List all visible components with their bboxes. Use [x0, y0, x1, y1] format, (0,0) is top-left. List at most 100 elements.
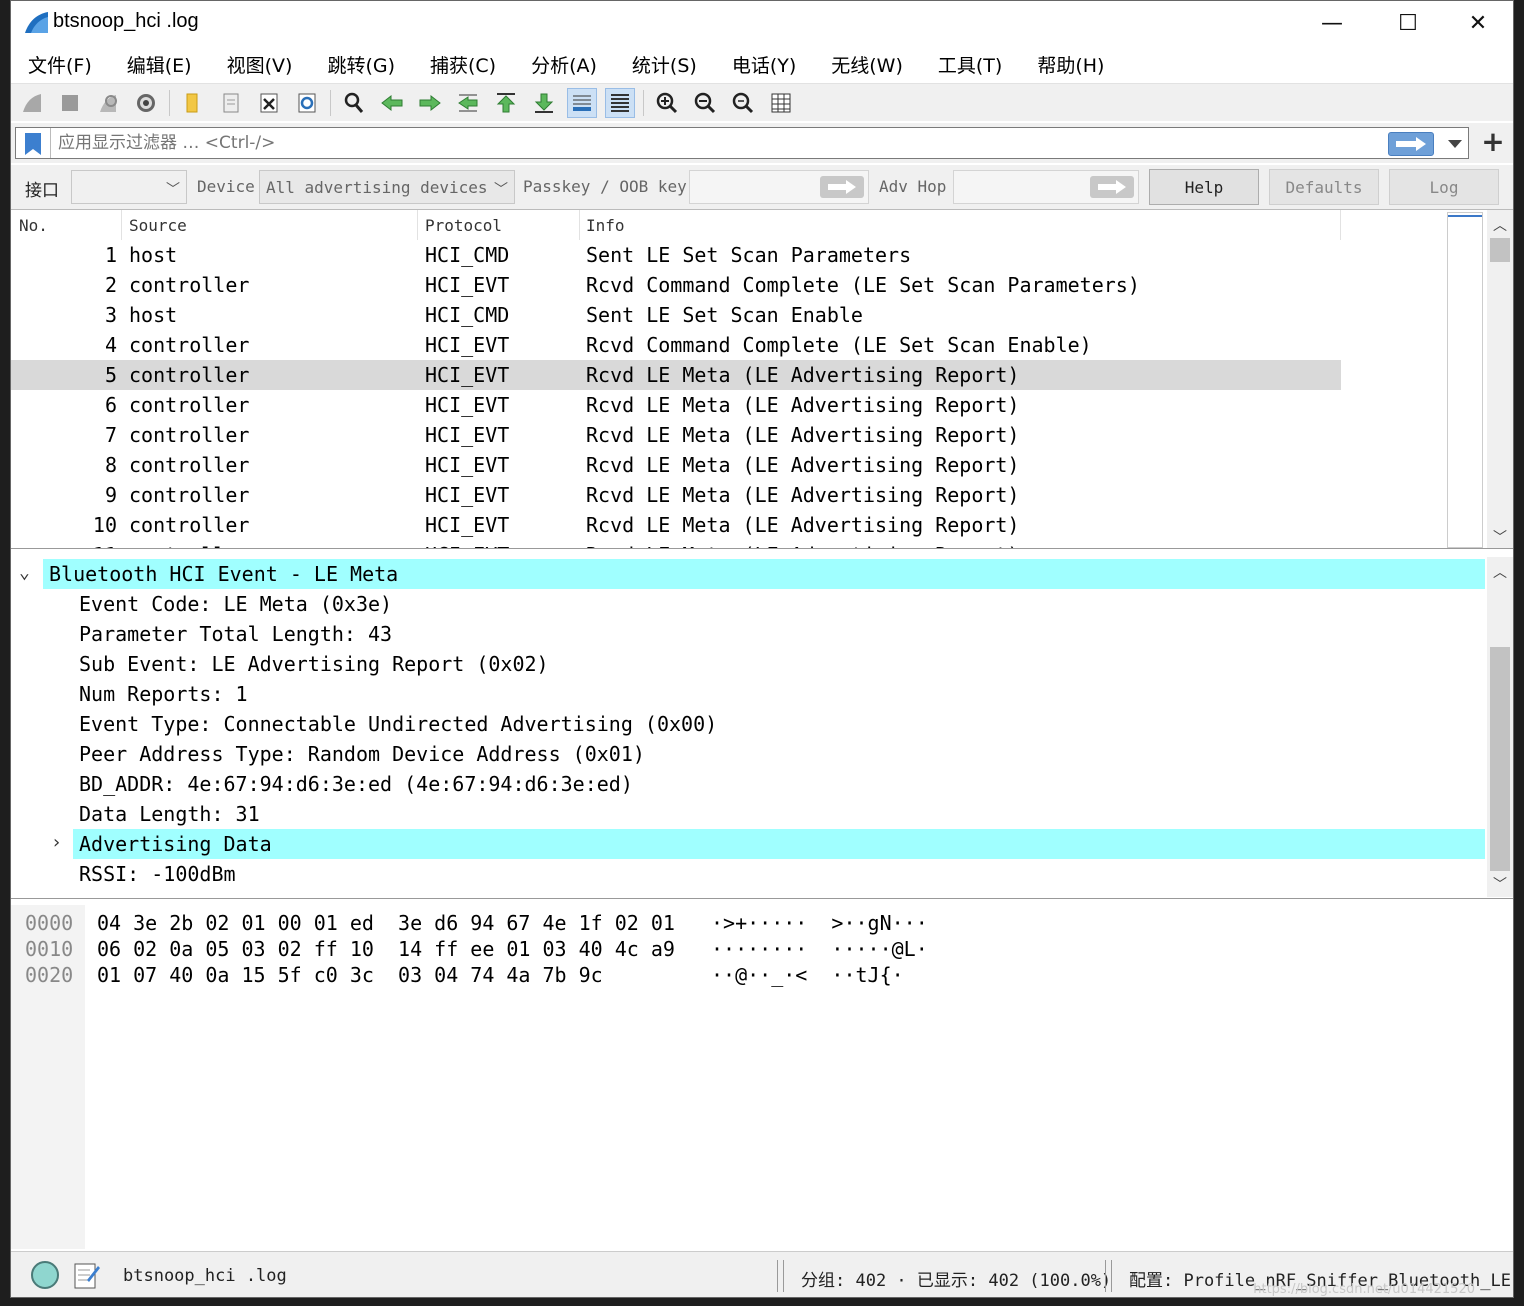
tree-leaf[interactable]: Data Length: 31 [11, 799, 1487, 829]
packet-row[interactable]: 11 controller HCI_EVT Rcvd LE Meta (LE Adve… [11, 540, 1341, 548]
packet-list-scrollbar[interactable]: ︿ ﹀ [1487, 210, 1513, 548]
resize-columns-button[interactable] [766, 88, 796, 118]
packet-row[interactable]: 7 controller HCI_EVT Rcvd LE Meta (LE Adver… [11, 420, 1341, 450]
go-to-packet-button[interactable] [453, 88, 483, 118]
packet-row[interactable]: 10 controller HCI_EVT Rcvd LE Meta (LE Adve… [11, 510, 1341, 540]
packet-row[interactable]: 3 host HCI_CMD Sent LE Set Scan Enable [11, 300, 1341, 330]
adv-hop-send-button[interactable] [1090, 176, 1134, 198]
packet-row[interactable]: 2 controller HCI_EVT Rcvd Command Complete … [11, 270, 1341, 300]
menu-file[interactable]: 文件(F) [17, 47, 103, 82]
byte-row[interactable]: 0020 01 07 40 0a 15 5f c0 3c 03 04 74 4a … [11, 961, 1011, 987]
log-button[interactable]: Log [1389, 169, 1499, 205]
tree-leaf[interactable]: Sub Event: LE Advertising Report (0x02) [11, 649, 1487, 679]
scrollbar-thumb[interactable] [1490, 647, 1510, 871]
column-header-source[interactable]: Source [129, 216, 187, 235]
menu-wireless[interactable]: 无线(W) [820, 47, 914, 82]
status-divider [1105, 1260, 1106, 1292]
reload-file-button[interactable] [292, 88, 322, 118]
passkey-input[interactable] [689, 170, 869, 204]
filter-history-dropdown[interactable] [1444, 134, 1466, 154]
save-file-button[interactable] [216, 88, 246, 118]
chevron-up-icon[interactable]: ︿ [1487, 214, 1513, 236]
menu-go[interactable]: 跳转(G) [316, 47, 406, 82]
menu-statistics[interactable]: 统计(S) [621, 47, 708, 82]
zoom-reset-button[interactable] [728, 88, 758, 118]
packet-row[interactable]: 8 controller HCI_EVT Rcvd LE Meta (LE Adver… [11, 450, 1341, 480]
packet-source: host [129, 243, 178, 267]
packet-minimap[interactable] [1447, 212, 1483, 548]
display-filter-input[interactable] [58, 131, 1358, 155]
packet-number: 4 [104, 333, 117, 357]
apply-filter-button[interactable] [1388, 132, 1434, 156]
chevron-up-icon[interactable]: ︿ [1487, 561, 1513, 583]
packet-row[interactable]: 9 controller HCI_EVT Rcvd LE Meta (LE Adver… [11, 480, 1341, 510]
defaults-button[interactable]: Defaults [1269, 169, 1379, 205]
column-divider[interactable] [121, 210, 122, 240]
scrollbar-thumb[interactable] [1490, 238, 1510, 262]
status-divider [777, 1260, 778, 1292]
find-packet-button[interactable] [339, 88, 369, 118]
packet-row[interactable]: 4 controller HCI_EVT Rcvd Command Complete … [11, 330, 1341, 360]
packet-row[interactable]: 5 controller HCI_EVT Rcvd LE Meta (LE Adver… [11, 360, 1341, 390]
adv-hop-input[interactable] [953, 170, 1139, 204]
chevron-down-icon[interactable]: ﹀ [1487, 526, 1513, 548]
tree-node-hci-event[interactable]: ⌄ Bluetooth HCI Event - LE Meta [11, 559, 1487, 589]
restart-capture-button[interactable] [93, 88, 123, 118]
column-header-info[interactable]: Info [586, 216, 625, 235]
tree-leaf[interactable]: Event Type: Connectable Undirected Adver… [11, 709, 1487, 739]
close-file-button[interactable] [254, 88, 284, 118]
capture-options-button[interactable] [131, 88, 161, 118]
menu-telephony[interactable]: 电话(Y) [721, 47, 807, 82]
column-divider[interactable] [1340, 210, 1341, 240]
column-divider[interactable] [417, 210, 418, 240]
interface-select[interactable]: ﹀ [71, 170, 187, 204]
tree-leaf[interactable]: Peer Address Type: Random Device Address… [11, 739, 1487, 769]
last-packet-button[interactable] [529, 88, 559, 118]
first-packet-button[interactable] [491, 88, 521, 118]
bookmark-icon[interactable] [22, 132, 44, 156]
column-header-no[interactable]: No. [19, 216, 48, 235]
menu-view[interactable]: 视图(V) [216, 47, 304, 82]
zoom-out-button[interactable] [690, 88, 720, 118]
chevron-down-icon[interactable]: ﹀ [1487, 873, 1513, 895]
go-forward-button[interactable] [415, 88, 445, 118]
menu-tools[interactable]: 工具(T) [927, 47, 1013, 82]
zoom-in-button[interactable] [652, 88, 682, 118]
minimize-button[interactable]: — [1297, 1, 1367, 45]
menu-edit[interactable]: 编辑(E) [116, 47, 203, 82]
menu-help[interactable]: 帮助(H) [1026, 47, 1115, 82]
tree-leaf[interactable]: Parameter Total Length: 43 [11, 619, 1487, 649]
chevron-down-icon[interactable]: ⌄ [19, 562, 39, 583]
passkey-send-button[interactable] [820, 176, 864, 198]
add-filter-button[interactable]: + [1477, 127, 1509, 159]
display-filter-box [15, 127, 1469, 159]
column-header-protocol[interactable]: Protocol [425, 216, 502, 235]
details-scrollbar[interactable]: ︿ ﹀ [1487, 557, 1513, 897]
colorize-button[interactable] [605, 87, 635, 118]
tree-node-advertising-data[interactable]: › Advertising Data [11, 829, 1487, 859]
tree-leaf[interactable]: BD_ADDR: 4e:67:94:d6:3e:ed (4e:67:94:d6:… [11, 769, 1487, 799]
stop-capture-button[interactable] [55, 88, 85, 118]
packet-bytes-pane[interactable]: 0000 04 3e 2b 02 01 00 01 ed 3e d6 94 67 … [11, 905, 1513, 1249]
expert-info-icon[interactable] [31, 1261, 59, 1289]
capture-comment-icon[interactable] [73, 1260, 101, 1290]
help-button[interactable]: Help [1149, 169, 1259, 205]
open-file-button[interactable] [178, 88, 208, 118]
start-capture-button[interactable] [17, 88, 47, 118]
menu-analyze[interactable]: 分析(A) [520, 47, 608, 82]
byte-row[interactable]: 0010 06 02 0a 05 03 02 ff 10 14 ff ee 01 … [11, 935, 1011, 961]
autoscroll-button[interactable] [567, 87, 597, 118]
chevron-right-icon[interactable]: › [51, 832, 71, 853]
menu-capture[interactable]: 捕获(C) [419, 47, 507, 82]
close-button[interactable]: ✕ [1443, 1, 1513, 45]
byte-row[interactable]: 0000 04 3e 2b 02 01 00 01 ed 3e d6 94 67 … [11, 909, 1011, 935]
tree-leaf[interactable]: Num Reports: 1 [11, 679, 1487, 709]
column-divider[interactable] [579, 210, 580, 240]
tree-leaf[interactable]: Event Code: LE Meta (0x3e) [11, 589, 1487, 619]
packet-row[interactable]: 6 controller HCI_EVT Rcvd LE Meta (LE Adver… [11, 390, 1341, 420]
tree-leaf-rssi[interactable]: RSSI: -100dBm [11, 859, 1487, 889]
device-select[interactable]: All advertising devices ﹀ [259, 170, 515, 204]
maximize-button[interactable]: ☐ [1373, 1, 1443, 45]
go-back-button[interactable] [377, 88, 407, 118]
packet-row[interactable]: 1 host HCI_CMD Sent LE Set Scan Parameters [11, 240, 1341, 270]
